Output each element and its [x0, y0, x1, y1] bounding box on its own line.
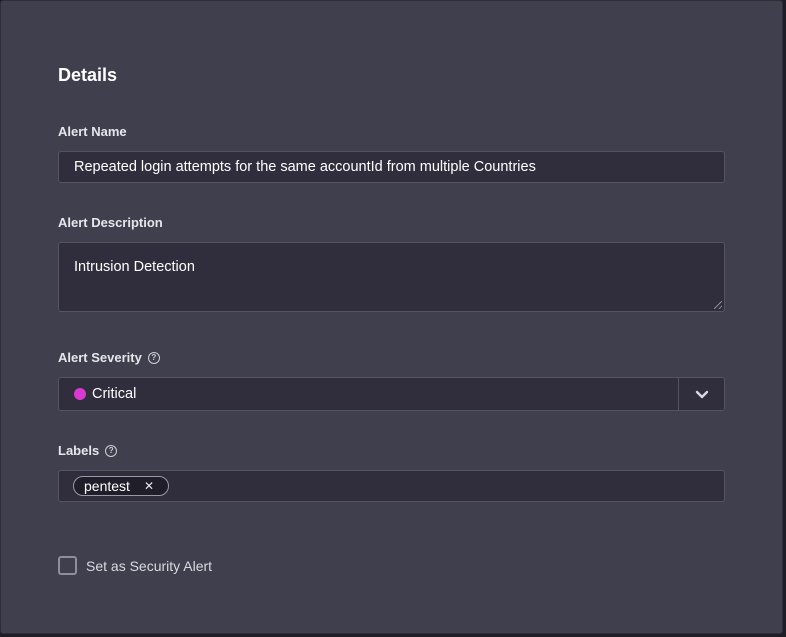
- alert-name-value: Repeated login attempts for the same acc…: [74, 159, 536, 175]
- security-alert-checkbox[interactable]: [58, 556, 77, 575]
- details-panel: Details Alert Name Repeated login attemp…: [0, 0, 783, 634]
- help-circle-icon[interactable]: ?: [147, 351, 160, 364]
- labels-label: Labels ?: [58, 443, 118, 458]
- label-chip-text: pentest: [84, 478, 130, 494]
- alert-description-label: Alert Description: [58, 215, 163, 230]
- severity-selected-value[interactable]: Critical: [59, 386, 678, 402]
- close-icon[interactable]: ✕: [144, 479, 154, 493]
- resize-grip-icon[interactable]: [714, 301, 722, 309]
- severity-dot-icon: [74, 388, 86, 400]
- severity-dropdown-button[interactable]: [678, 378, 724, 410]
- alert-description-value: Intrusion Detection: [74, 259, 195, 275]
- alert-name-input[interactable]: Repeated login attempts for the same acc…: [58, 151, 725, 183]
- section-title: Details: [58, 65, 118, 85]
- alert-severity-label: Alert Severity ?: [58, 350, 160, 365]
- security-alert-label: Set as Security Alert: [86, 557, 213, 574]
- alert-severity-select[interactable]: Critical: [58, 377, 725, 411]
- alert-description-label-text: Alert Description: [58, 215, 163, 230]
- label-chip: pentest ✕: [73, 476, 169, 496]
- chevron-down-icon: [695, 390, 708, 398]
- severity-value-text: Critical: [92, 386, 137, 402]
- help-circle-icon[interactable]: ?: [105, 444, 118, 457]
- alert-severity-label-text: Alert Severity: [58, 350, 142, 365]
- alert-name-label: Alert Name: [58, 124, 127, 139]
- labels-label-text: Labels: [58, 443, 100, 458]
- alert-name-label-text: Alert Name: [58, 124, 127, 139]
- security-alert-row[interactable]: Set as Security Alert: [58, 556, 212, 575]
- labels-input[interactable]: pentest ✕: [58, 470, 725, 502]
- alert-description-textarea[interactable]: Intrusion Detection: [58, 242, 725, 312]
